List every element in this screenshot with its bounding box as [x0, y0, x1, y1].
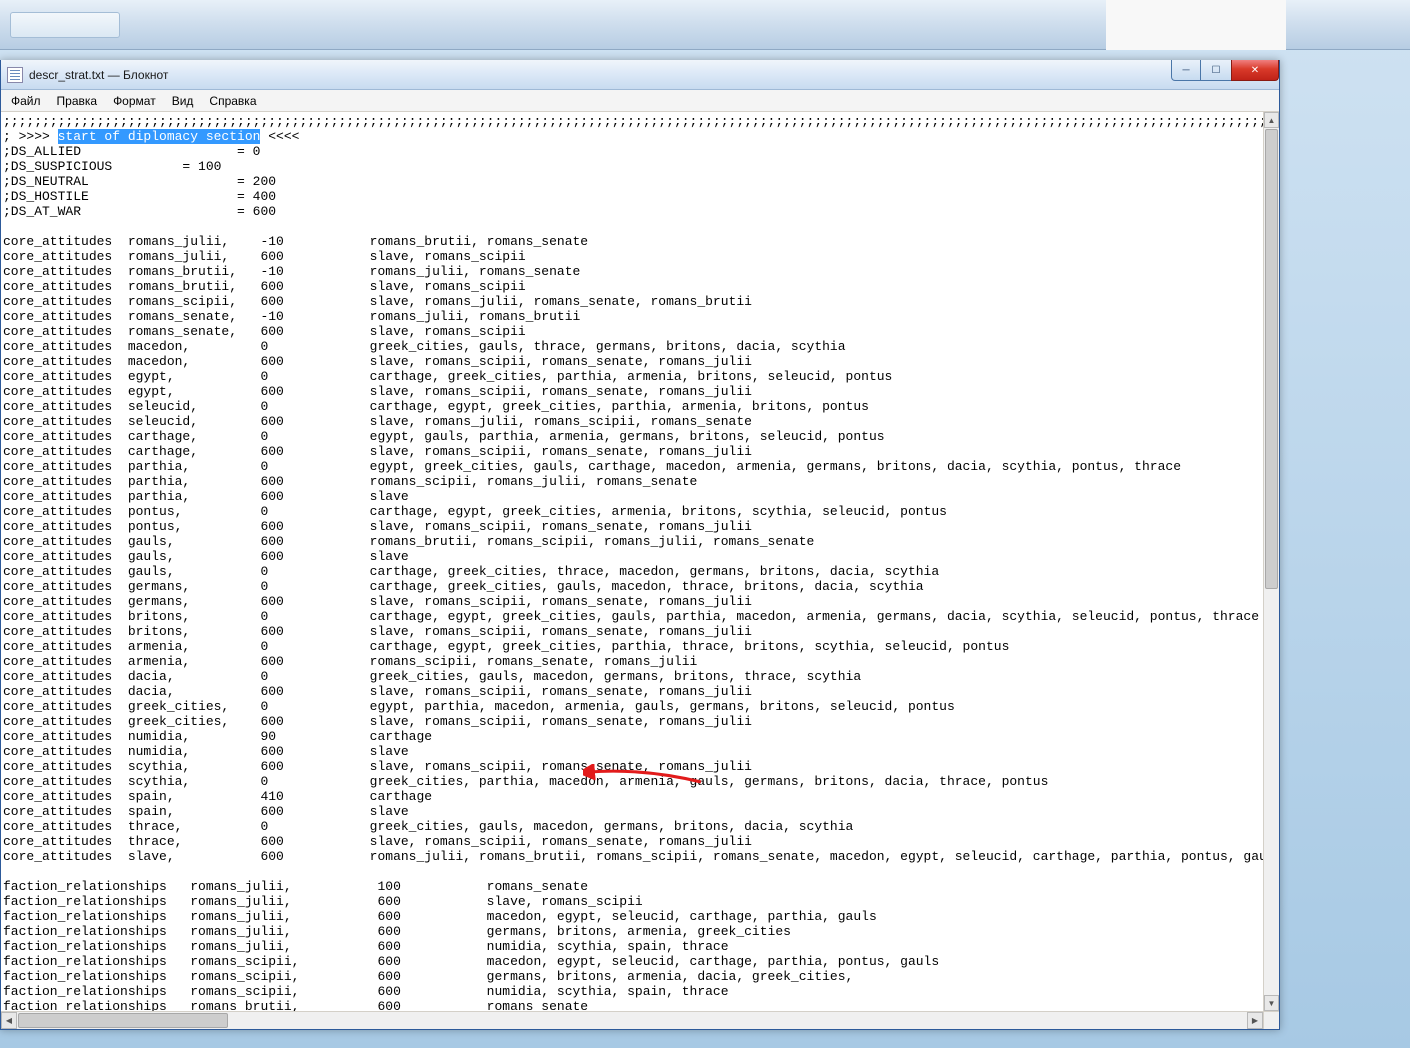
menu-view[interactable]: Вид [164, 92, 202, 110]
scroll-left-icon[interactable]: ◀ [1, 1012, 17, 1029]
notepad-icon [7, 67, 23, 83]
selected-text: start of diplomacy section [58, 129, 261, 144]
vscroll-track[interactable] [1264, 129, 1279, 994]
close-button[interactable]: ✕ [1231, 60, 1279, 81]
editor-area: ;;;;;;;;;;;;;;;;;;;;;;;;;;;;;;;;;;;;;;;;… [1, 112, 1279, 1029]
desktop: енты Справка descr_strat.txt — Блокнот ─… [0, 0, 1410, 1048]
menu-file[interactable]: Файл [3, 92, 49, 110]
window-controls: ─ ☐ ✕ [1171, 60, 1279, 81]
hscroll-track[interactable] [18, 1012, 1246, 1029]
hscroll-thumb[interactable] [18, 1013, 228, 1028]
scroll-down-icon[interactable]: ▼ [1264, 995, 1279, 1011]
window-title: descr_strat.txt — Блокнот [29, 68, 168, 82]
taskbar [0, 0, 1410, 50]
text-editor[interactable]: ;;;;;;;;;;;;;;;;;;;;;;;;;;;;;;;;;;;;;;;;… [1, 112, 1263, 1011]
maximize-button[interactable]: ☐ [1201, 60, 1231, 81]
vertical-scrollbar[interactable]: ▲ ▼ [1263, 112, 1279, 1011]
titlebar[interactable]: descr_strat.txt — Блокнот ─ ☐ ✕ [1, 60, 1279, 90]
horizontal-scrollbar[interactable]: ◀ ▶ [1, 1011, 1263, 1029]
taskbar-button[interactable] [10, 12, 120, 38]
vscroll-thumb[interactable] [1265, 129, 1278, 589]
notepad-window: descr_strat.txt — Блокнот ─ ☐ ✕ Файл Пра… [0, 60, 1280, 1030]
menu-format[interactable]: Формат [105, 92, 164, 110]
scroll-up-icon[interactable]: ▲ [1264, 112, 1279, 128]
menu-edit[interactable]: Правка [49, 92, 106, 110]
menubar: Файл Правка Формат Вид Справка [1, 90, 1279, 112]
scroll-right-icon[interactable]: ▶ [1247, 1012, 1263, 1029]
minimize-button[interactable]: ─ [1171, 60, 1201, 81]
size-grip[interactable] [1263, 1011, 1279, 1029]
menu-help[interactable]: Справка [201, 92, 264, 110]
taskbar-blank [1106, 0, 1286, 50]
